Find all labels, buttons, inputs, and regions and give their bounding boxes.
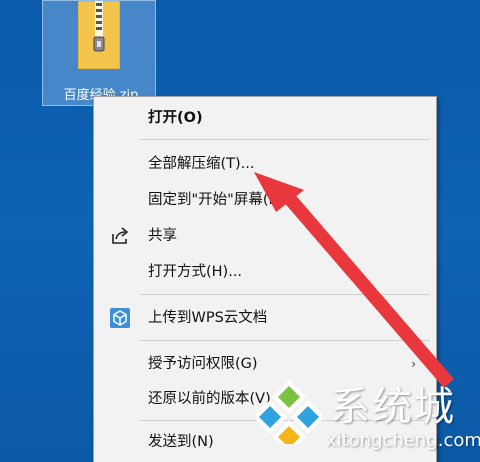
menu-item-label: 全部解压缩(T)...	[148, 156, 255, 172]
windows-diamond-logo-icon	[256, 380, 322, 444]
menu-item-open[interactable]: 打开(O)	[94, 103, 436, 133]
watermark-brand-text: 系统城	[330, 384, 456, 430]
menu-separator	[140, 294, 430, 295]
share-icon	[112, 227, 129, 244]
desktop: 百度经验.zip 打开(O) 全部解压缩(T)... 固定到"开始"屏幕(P) …	[0, 0, 480, 462]
menu-item-extract-all[interactable]: 全部解压缩(T)...	[94, 149, 436, 179]
menu-item-label: 打开方式(H)...	[148, 264, 243, 280]
desktop-file-zip[interactable]: 百度经验.zip	[42, 0, 156, 106]
menu-separator	[140, 340, 430, 341]
wps-cloud-icon	[110, 308, 130, 328]
menu-item-label: 上传到WPS云文档	[148, 310, 268, 326]
watermark: 系统城 xitongcheng.com	[248, 372, 480, 462]
menu-item-pin-to-start[interactable]: 固定到"开始"屏幕(P)	[94, 185, 436, 215]
menu-item-open-with[interactable]: 打开方式(H)...	[94, 257, 436, 287]
menu-item-label: 共享	[148, 228, 177, 244]
menu-item-label: 授予访问权限(G)	[148, 356, 258, 372]
menu-separator	[140, 139, 430, 140]
menu-item-upload-wps[interactable]: 上传到WPS云文档	[94, 303, 436, 333]
menu-item-label: 打开(O)	[148, 110, 203, 126]
watermark-url: xitongcheng.com	[326, 430, 480, 451]
menu-item-label: 固定到"开始"屏幕(P)	[148, 192, 283, 208]
menu-item-label: 发送到(N)	[148, 434, 214, 450]
zip-folder-icon	[78, 1, 120, 69]
menu-item-share[interactable]: 共享	[94, 221, 436, 251]
